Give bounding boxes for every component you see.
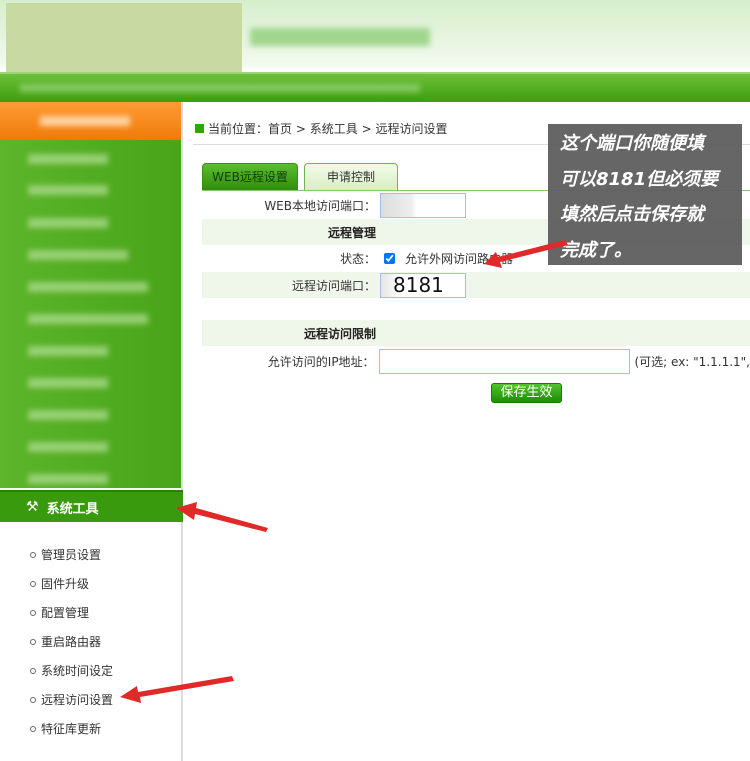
- arrow-icon: [176, 502, 268, 532]
- arrow-icon: [120, 676, 234, 703]
- arrow-icon: [484, 240, 568, 268]
- annotation-arrows: [120, 240, 568, 703]
